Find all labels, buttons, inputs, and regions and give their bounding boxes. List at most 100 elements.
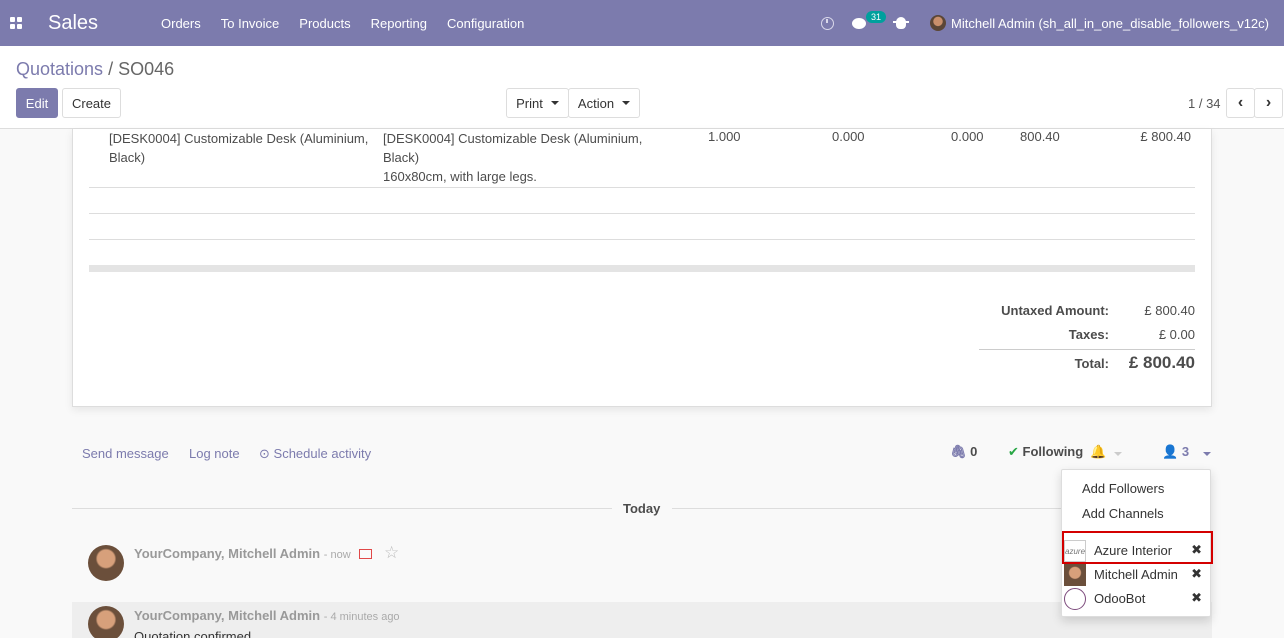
row-divider <box>89 187 1195 188</box>
systray: 31 Mitchell Admin (sh_all_in_one_disable… <box>821 0 1284 46</box>
message-date: - now <box>323 549 351 561</box>
caret-down-icon <box>1202 452 1211 456</box>
line-subtotal: £ 800.40 <box>1140 129 1191 144</box>
log-note-button[interactable]: Log note <box>189 446 240 461</box>
line-description-2: Black) <box>383 150 420 165</box>
line-description-1: [DESK0004] Customizable Desk (Aluminium, <box>383 131 643 146</box>
create-button[interactable]: Create <box>62 88 121 118</box>
message-header: YourCompany, Mitchell Admin - now <box>134 546 351 561</box>
message-date: - 4 minutes ago <box>323 611 400 623</box>
notification-settings-button[interactable]: 🔔 <box>1090 444 1123 460</box>
send-message-button[interactable]: Send message <box>82 446 169 461</box>
line-description-3: 160x80cm, with large legs. <box>383 169 537 184</box>
menu-orders[interactable]: Orders <box>161 16 201 31</box>
edit-button[interactable]: Edit <box>16 88 58 118</box>
follower-item[interactable]: OdooBot ✖ <box>1062 587 1212 611</box>
pager-next-button[interactable]: › <box>1254 88 1283 118</box>
action-label: Action <box>577 95 615 111</box>
clock-icon: ⊙ <box>259 446 270 461</box>
today-divider-right <box>672 508 1062 509</box>
chevron-right-icon: › <box>1265 94 1272 111</box>
message-body: Quotation confirmed <box>134 629 252 638</box>
print-dropdown[interactable]: Print <box>506 88 569 118</box>
line-unit-price[interactable]: 800.40 <box>1020 129 1060 144</box>
breadcrumb-current: SO046 <box>118 59 175 79</box>
breadcrumb-separator: / <box>108 59 114 79</box>
debug-bug-icon[interactable] <box>893 17 910 29</box>
pager-value[interactable]: 1 / 34 <box>1188 96 1221 111</box>
app-brand[interactable]: Sales <box>48 12 148 35</box>
attachments-button[interactable]: 🖇 0 <box>950 444 977 460</box>
add-followers-item[interactable]: Add Followers <box>1082 481 1164 496</box>
user-avatar <box>930 15 947 31</box>
follower-item[interactable]: Mitchell Admin ✖ <box>1062 563 1212 587</box>
add-channels-item[interactable]: Add Channels <box>1082 506 1164 521</box>
activity-clock-icon[interactable] <box>821 16 835 30</box>
main-menu: Orders To Invoice Products Reporting Con… <box>161 16 544 31</box>
schedule-activity-label: Schedule activity <box>273 446 372 461</box>
user-menu[interactable]: Mitchell Admin (sh_all_in_one_disable_fo… <box>930 15 1269 31</box>
total-label: Total: <box>1074 356 1109 371</box>
top-navbar: Sales Orders To Invoice Products Reporti… <box>0 0 1284 46</box>
chevron-left-icon: ‹ <box>1237 94 1244 111</box>
taxes-label: Taxes: <box>1068 327 1109 342</box>
line-invoiced: 0.000 <box>951 129 984 144</box>
following-label: Following <box>1022 444 1084 459</box>
messaging-count-badge: 31 <box>866 10 887 23</box>
caret-down-icon <box>622 101 631 105</box>
message-avatar[interactable] <box>88 545 124 581</box>
bell-icon: 🔔 <box>1090 444 1107 459</box>
untaxed-amount-label: Untaxed Amount: <box>1001 303 1109 318</box>
menu-to-invoice[interactable]: To Invoice <box>221 16 280 31</box>
remove-follower-icon[interactable]: ✖ <box>1191 590 1202 606</box>
menu-products[interactable]: Products <box>299 16 350 31</box>
follower-name[interactable]: Mitchell Admin <box>1094 567 1178 582</box>
follower-avatar <box>1064 564 1086 586</box>
row-divider <box>89 213 1195 214</box>
remove-follower-icon[interactable]: ✖ <box>1191 566 1202 582</box>
today-separator: Today <box>623 501 661 516</box>
envelope-icon[interactable] <box>359 549 372 559</box>
today-divider-left <box>72 508 612 509</box>
message-avatar[interactable] <box>88 606 124 638</box>
taxes-value: £ 0.00 <box>1158 327 1195 342</box>
breadcrumb: Quotations / SO046 <box>16 59 174 80</box>
follower-name[interactable]: OdooBot <box>1094 591 1145 606</box>
star-icon[interactable]: ☆ <box>384 543 399 563</box>
line-delivered: 0.000 <box>832 129 865 144</box>
check-icon: ✔ <box>1008 444 1019 459</box>
odoobot-avatar <box>1064 588 1086 610</box>
caret-down-icon <box>550 101 559 105</box>
caret-down-icon <box>1114 452 1123 456</box>
untaxed-amount-value: £ 800.40 <box>1144 303 1195 318</box>
control-panel: Quotations / SO046 Edit Create Print Act… <box>0 46 1284 129</box>
action-dropdown[interactable]: Action <box>568 88 640 118</box>
breadcrumb-quotations[interactable]: Quotations <box>16 59 103 79</box>
form-sheet: [DESK0004] Customizable Desk (Aluminium,… <box>72 129 1212 407</box>
message-author[interactable]: YourCompany, Mitchell Admin <box>134 546 320 561</box>
total-value: £ 800.40 <box>1128 353 1195 372</box>
menu-reporting[interactable]: Reporting <box>371 16 427 31</box>
apps-menu-icon[interactable] <box>0 0 32 46</box>
person-icon: 👤 <box>1162 444 1179 459</box>
highlight-box <box>1062 531 1213 564</box>
followers-button[interactable]: 👤 3 <box>1162 444 1211 460</box>
messaging-icon[interactable]: 31 <box>852 10 887 29</box>
schedule-activity-button[interactable]: ⊙ Schedule activity <box>259 446 371 462</box>
message-header: YourCompany, Mitchell Admin - 4 minutes … <box>134 608 400 623</box>
line-product[interactable]: [DESK0004] Customizable Desk (Aluminium,… <box>109 129 379 167</box>
row-divider <box>89 239 1195 240</box>
menu-configuration[interactable]: Configuration <box>447 16 524 31</box>
attachments-count: 0 <box>970 444 978 459</box>
user-name: Mitchell Admin (sh_all_in_one_disable_fo… <box>951 15 1269 31</box>
following-button[interactable]: ✔ Following <box>1008 444 1083 460</box>
totals-divider <box>979 349 1195 350</box>
line-description[interactable]: [DESK0004] Customizable Desk (Aluminium,… <box>383 129 642 186</box>
message-author[interactable]: YourCompany, Mitchell Admin <box>134 608 320 623</box>
table-footer <box>89 265 1195 272</box>
paperclip-icon: 🖇 <box>950 444 967 459</box>
pager-previous-button[interactable]: ‹ <box>1226 88 1255 118</box>
followers-count: 3 <box>1181 444 1190 459</box>
print-label: Print <box>516 95 543 111</box>
line-quantity[interactable]: 1.000 <box>708 129 741 144</box>
